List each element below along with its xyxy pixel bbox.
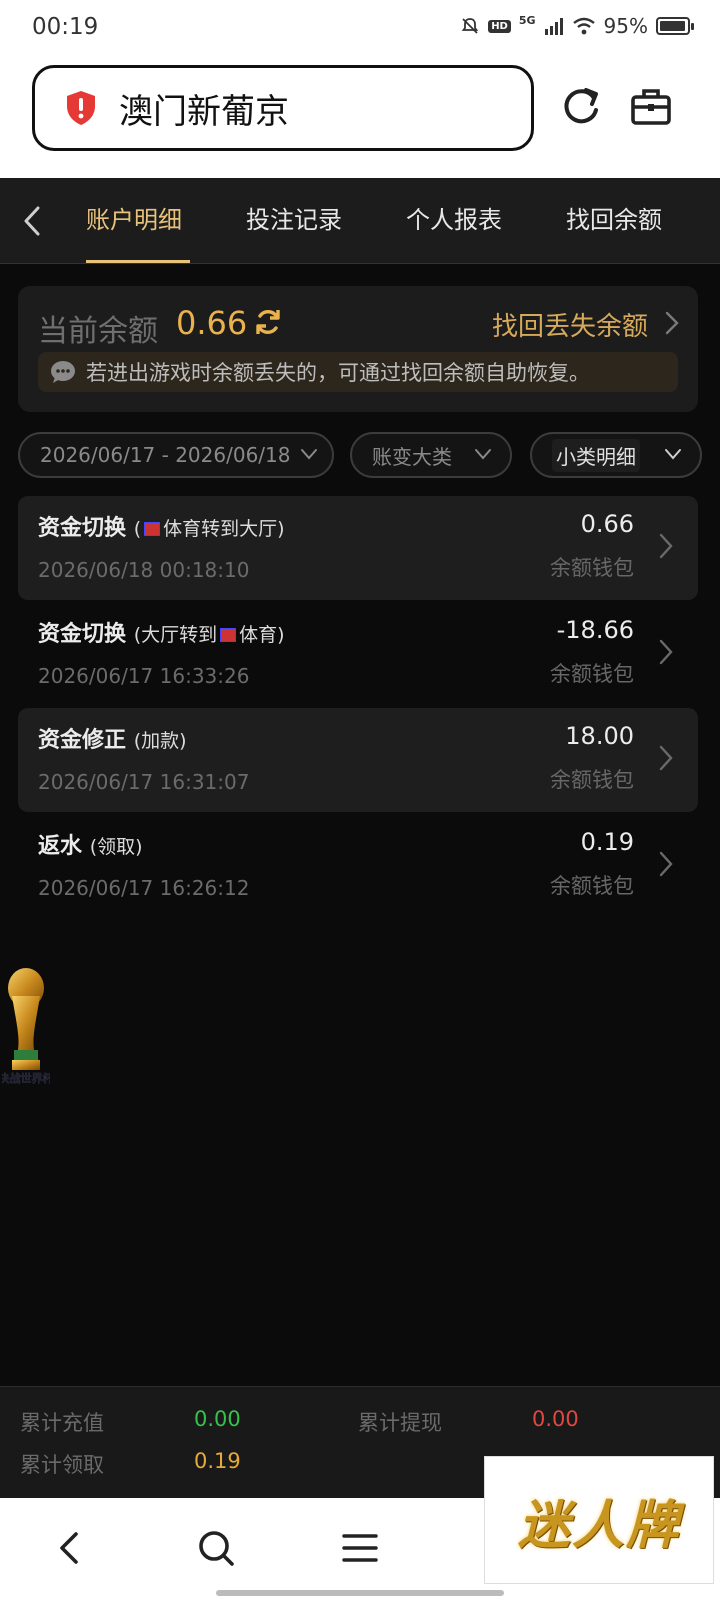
transaction-amount: 0.19 [580, 828, 634, 856]
active-tab-indicator [86, 260, 190, 263]
transaction-type: 资金修正 [38, 728, 127, 753]
date-range-value: 2026/06/17 - 2026/06/18 [40, 443, 291, 467]
transaction-row[interactable]: 资金切换 (大厅转到 体育) 2026/06/17 16:33:26 -18.66… [18, 602, 698, 706]
transaction-row[interactable]: 资金修正 (加款) 2026/06/17 16:31:07 18.00 余额钱包 [18, 708, 698, 812]
transaction-subtitle: (领取) [89, 836, 143, 858]
chevron-right-icon[interactable] [658, 532, 674, 560]
mute-bell-icon [461, 18, 479, 34]
recover-lost-balance-link[interactable]: 找回丢失余额 [492, 306, 648, 343]
transaction-date: 2026/06/18 00:18:10 [38, 558, 250, 582]
signal-icon [544, 18, 563, 35]
transaction-title: 返水 (领取) [38, 828, 143, 860]
total-withdraw-label: 累计提现 [358, 1411, 442, 1435]
chevron-down-icon [475, 449, 491, 460]
hd-badge: HD [488, 19, 511, 33]
notice-text: 若进出游戏时余额丢失的，可通过找回余额自助恢复。 [86, 361, 590, 385]
subtitle-suffix: 体育) [239, 624, 285, 646]
subtitle-prefix: ( [133, 518, 142, 540]
battery-icon [656, 17, 694, 35]
total-claim-value: 0.19 [194, 1449, 241, 1473]
battery-percent: 95% [603, 14, 648, 38]
chevron-right-icon[interactable] [658, 638, 674, 666]
transaction-amount: -18.66 [556, 616, 634, 644]
status-icons: HD 5G 95% [460, 13, 694, 38]
transaction-date: 2026/06/17 16:31:07 [38, 770, 250, 794]
home-indicator[interactable] [216, 1590, 504, 1596]
total-claim-label: 累计领取 [20, 1453, 104, 1477]
sports-flag-icon [144, 522, 161, 536]
chevron-right-icon[interactable] [658, 744, 674, 772]
url-bar[interactable]: 澳门新葡京 [32, 65, 534, 151]
total-deposit-label: 累计充值 [20, 1411, 104, 1435]
tab-bet-records[interactable]: 投注记录 [246, 200, 342, 235]
transaction-wallet: 余额钱包 [550, 556, 634, 580]
transaction-title: 资金切换 ( 体育转到大厅) [38, 510, 285, 542]
tab-recover-balance[interactable]: 找回余额 [566, 200, 662, 235]
status-time: 00:19 [32, 14, 99, 40]
world-cup-trophy-badge[interactable]: 决战世界杯 [2, 966, 50, 1100]
url-text: 澳门新葡京 [119, 91, 289, 132]
transaction-title: 资金修正 (加款) [38, 722, 187, 754]
transaction-subtitle: ( 体育转到大厅) [134, 518, 285, 540]
chevron-right-icon[interactable] [664, 310, 680, 336]
category-filter[interactable]: 账变大类 [350, 432, 512, 478]
transaction-type: 资金切换 [38, 516, 127, 541]
chevron-down-icon [665, 449, 681, 460]
watermark-logo: 迷人牌 [484, 1456, 714, 1584]
shield-warning-icon[interactable] [65, 90, 97, 126]
transaction-subtitle: (大厅转到 体育) [134, 624, 285, 646]
browser-chrome: 00:19 HD 5G 95% 澳门新葡京 [0, 0, 720, 178]
transaction-type: 资金切换 [38, 622, 127, 647]
transaction-type: 返水 [38, 834, 83, 859]
transaction-date: 2026/06/17 16:33:26 [38, 664, 250, 688]
refresh-balance-icon[interactable] [252, 306, 284, 338]
subcategory-value: 小类明细 [552, 438, 640, 472]
transaction-wallet: 余额钱包 [550, 768, 634, 792]
transaction-amount: 18.00 [565, 722, 634, 750]
balance-card: 当前余额 0.66 找回丢失余额 若进出游戏时余额丢失的，可通过找回余额自助恢复… [18, 286, 698, 412]
transaction-wallet: 余额钱包 [550, 874, 634, 898]
tab-account-detail[interactable]: 账户明细 [86, 200, 182, 235]
subtitle-prefix: (大厅转到 [133, 624, 218, 646]
network-type: 5G [518, 13, 536, 27]
chat-bubble-icon [51, 361, 75, 383]
toolbox-icon[interactable] [630, 86, 672, 128]
chevron-right-icon[interactable] [658, 850, 674, 878]
date-range-filter[interactable]: 2026/06/17 - 2026/06/18 [18, 432, 334, 478]
sports-flag-icon [220, 628, 237, 642]
transaction-row[interactable]: 返水 (领取) 2026/06/17 16:26:12 0.19 余额钱包 [18, 814, 698, 918]
total-withdraw-value: 0.00 [532, 1407, 579, 1431]
back-chevron-icon[interactable] [18, 202, 46, 240]
tab-personal-report[interactable]: 个人报表 [406, 200, 502, 235]
back-icon[interactable] [50, 1528, 90, 1568]
app-header: 账户明细 投注记录 个人报表 找回余额 [0, 178, 720, 264]
menu-icon[interactable] [340, 1528, 380, 1568]
category-value: 账变大类 [372, 444, 452, 469]
subtitle-suffix: 体育转到大厅) [163, 518, 285, 540]
subcategory-filter[interactable]: 小类明细 [530, 432, 702, 478]
transaction-date: 2026/06/17 16:26:12 [38, 876, 250, 900]
transaction-title: 资金切换 (大厅转到 体育) [38, 616, 285, 648]
badge-text: 决战世界杯 [2, 1071, 50, 1085]
chevron-down-icon [301, 449, 317, 460]
total-deposit-value: 0.00 [194, 1407, 241, 1431]
transaction-wallet: 余额钱包 [550, 662, 634, 686]
transaction-subtitle: (加款) [133, 730, 187, 752]
transaction-row[interactable]: 资金切换 ( 体育转到大厅) 2026/06/18 00:18:10 0.66 余… [18, 496, 698, 600]
balance-label: 当前余额 [38, 314, 158, 349]
wifi-icon [572, 17, 595, 35]
transaction-amount: 0.66 [580, 510, 634, 538]
balance-value: 0.66 [176, 304, 248, 342]
reload-icon[interactable] [560, 84, 602, 130]
search-icon[interactable] [196, 1528, 236, 1568]
watermark-text: 迷人牌 [517, 1494, 680, 1556]
notice-banner: 若进出游戏时余额丢失的，可通过找回余额自助恢复。 [38, 352, 678, 392]
